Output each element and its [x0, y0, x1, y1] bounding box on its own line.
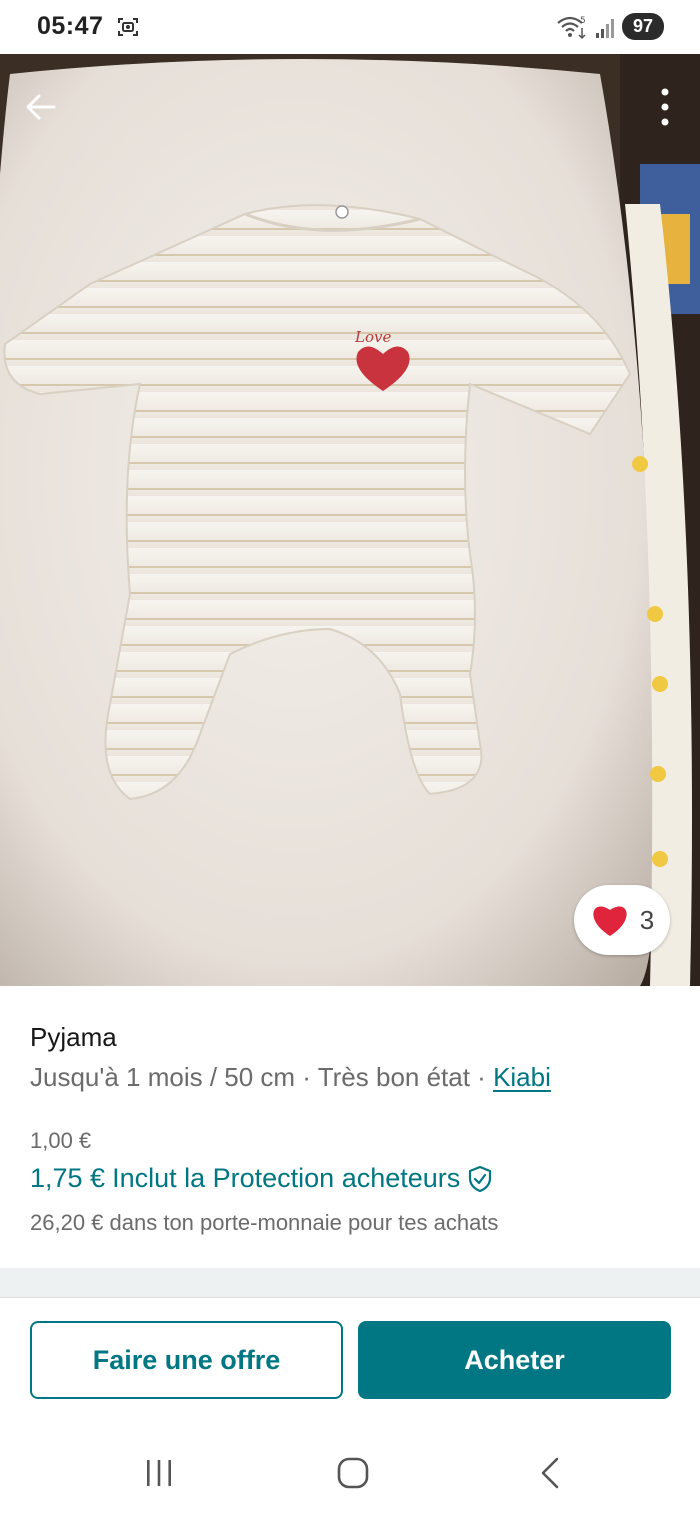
total-price-row: 1,75 € Inclut la Protection acheteurs	[30, 1163, 493, 1194]
battery-level: 97	[632, 16, 654, 36]
back-button[interactable]	[18, 84, 64, 130]
section-divider	[0, 1268, 700, 1298]
more-vertical-icon	[661, 88, 669, 126]
product-photo[interactable]: Love 3	[0, 54, 700, 986]
item-meta: Jusqu'à 1 mois / 50 cm · Très bon état ·…	[30, 1062, 551, 1093]
arrow-left-icon	[26, 94, 56, 120]
status-time: 05:47	[37, 12, 104, 40]
divider-line	[0, 1297, 700, 1298]
status-icons: 5 97	[556, 13, 664, 40]
system-nav-bar	[0, 1420, 700, 1517]
item-condition: Très bon état	[317, 1062, 470, 1092]
wallet-note: 26,20 € dans ton porte-monnaie pour tes …	[30, 1210, 499, 1235]
buyer-protection-link[interactable]: Inclut la Protection acheteurs	[112, 1163, 460, 1194]
status-bar: 05:47 5 97	[0, 0, 700, 54]
recent-apps-icon[interactable]	[143, 1458, 175, 1488]
heart-icon	[593, 906, 627, 936]
more-options-button[interactable]	[652, 84, 678, 130]
brand-link[interactable]: Kiabi	[493, 1062, 551, 1092]
meta-separator: ·	[295, 1062, 318, 1092]
item-size: Jusqu'à 1 mois / 50 cm	[30, 1062, 296, 1092]
make-offer-button[interactable]: Faire une offre	[30, 1321, 343, 1399]
back-icon[interactable]	[536, 1456, 564, 1490]
signal-icon	[596, 18, 614, 38]
item-price: 1,00 €	[30, 1128, 92, 1153]
wifi-icon: 5	[557, 16, 586, 39]
favorite-count: 3	[639, 904, 655, 935]
shield-check-icon[interactable]	[467, 1165, 493, 1193]
favorite-button[interactable]: 3	[574, 885, 670, 955]
product-image: Love	[0, 54, 700, 986]
screenshot-icon	[118, 18, 138, 36]
svg-text:Love: Love	[354, 328, 391, 346]
item-title: Pyjama	[30, 1022, 117, 1052]
total-price: 1,75 €	[30, 1163, 106, 1193]
svg-text:5: 5	[580, 16, 586, 26]
item-details: Pyjama Jusqu'à 1 mois / 50 cm · Très bon…	[0, 986, 700, 1268]
home-icon[interactable]	[336, 1456, 370, 1490]
buy-button[interactable]: Acheter	[358, 1321, 671, 1399]
battery-icon: 97	[622, 13, 664, 40]
meta-separator: ·	[469, 1062, 494, 1092]
